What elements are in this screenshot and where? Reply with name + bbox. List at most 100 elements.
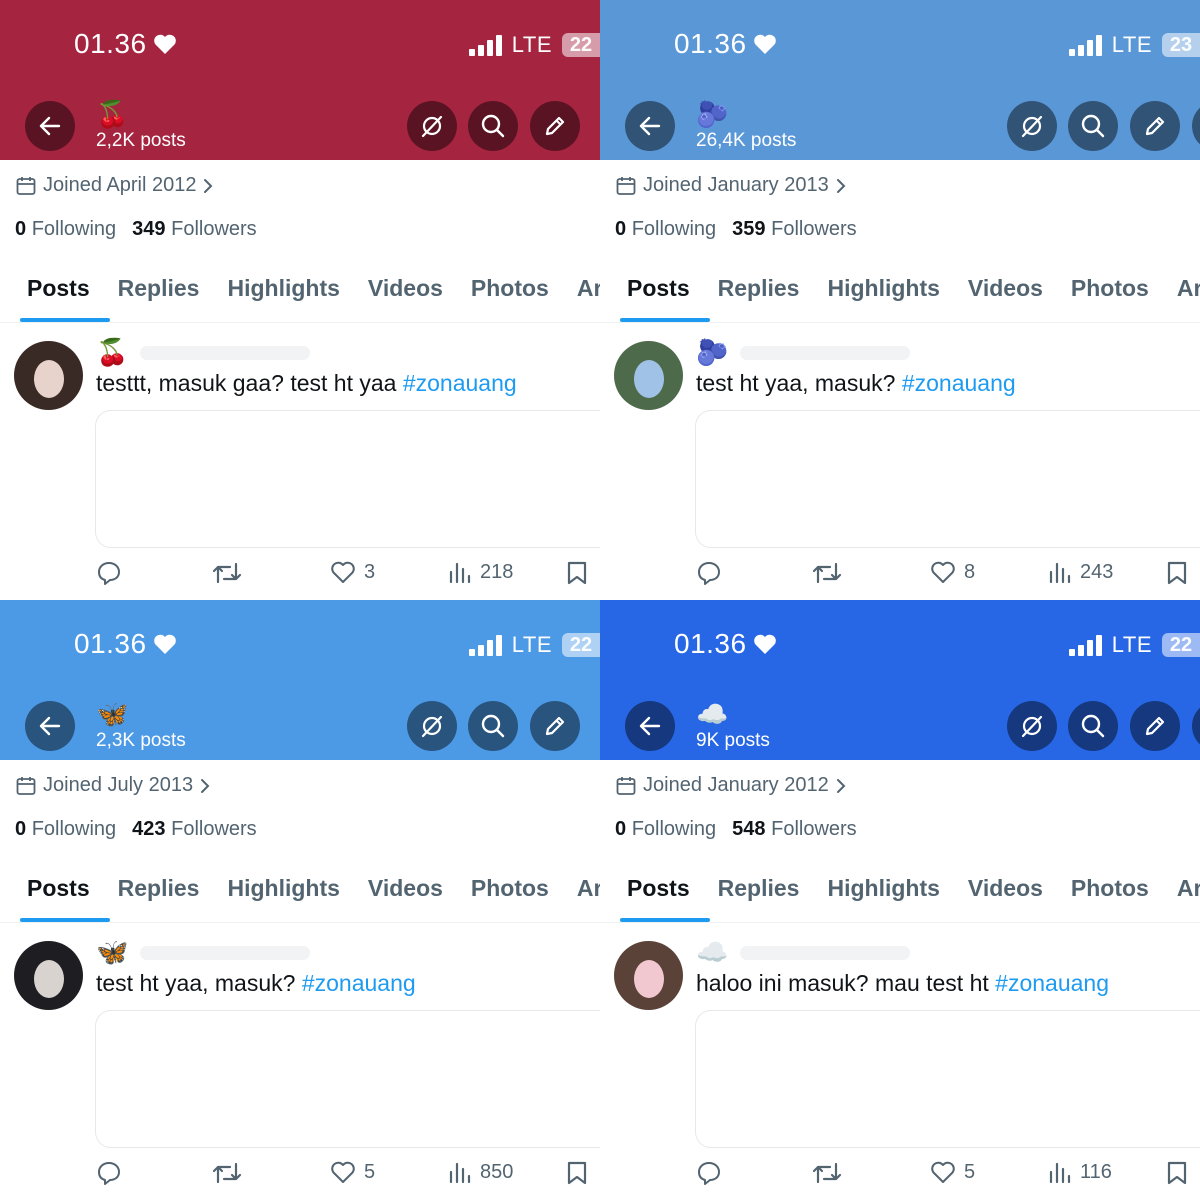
views-button[interactable]: 116 bbox=[1048, 1160, 1112, 1184]
hashtag-link[interactable]: #zonauang bbox=[902, 370, 1016, 396]
search-button[interactable] bbox=[468, 101, 518, 151]
tab-articles[interactable]: Ar bbox=[563, 262, 600, 322]
tab-articles[interactable]: Ar bbox=[563, 862, 600, 922]
followers-link[interactable]: 359 Followers bbox=[732, 218, 857, 241]
bookmark-button[interactable] bbox=[565, 560, 589, 586]
views-button[interactable]: 243 bbox=[1048, 560, 1113, 584]
avatar[interactable] bbox=[614, 341, 683, 410]
tab-posts[interactable]: Posts bbox=[0, 262, 110, 322]
tab-videos[interactable]: Videos bbox=[354, 862, 457, 922]
back-button[interactable] bbox=[25, 701, 75, 751]
compose-button[interactable] bbox=[1130, 701, 1180, 751]
tab-photos[interactable]: Photos bbox=[1057, 862, 1163, 922]
grok-button[interactable] bbox=[1007, 701, 1057, 751]
bookmark-button[interactable] bbox=[1165, 1160, 1189, 1186]
tab-articles[interactable]: Ar bbox=[1163, 862, 1200, 922]
reply-icon bbox=[698, 1162, 720, 1185]
tab-label: Photos bbox=[470, 875, 549, 901]
following-link[interactable]: 0 Following bbox=[615, 218, 716, 241]
back-button[interactable] bbox=[25, 101, 75, 151]
compose-button[interactable] bbox=[1130, 101, 1180, 151]
tab-photos[interactable]: Photos bbox=[457, 862, 563, 922]
post-body: testtt, masuk gaa? test ht yaa bbox=[96, 370, 403, 396]
profile-panel: 01.36 LTE 22 🍒 2,2K posts Joined April 2… bbox=[0, 0, 600, 600]
tab-highlights[interactable]: Highlights bbox=[213, 262, 353, 322]
repost-button[interactable] bbox=[212, 560, 242, 586]
followers-count: 548 bbox=[732, 818, 766, 840]
avatar[interactable] bbox=[614, 941, 683, 1010]
grok-button[interactable] bbox=[407, 101, 457, 151]
reply-button[interactable] bbox=[96, 1160, 122, 1186]
joined-date[interactable]: Joined July 2013 bbox=[15, 774, 211, 797]
tab-photos[interactable]: Photos bbox=[457, 262, 563, 322]
search-button[interactable] bbox=[1068, 101, 1118, 151]
avatar-image bbox=[614, 341, 683, 410]
tab-videos[interactable]: Videos bbox=[954, 262, 1057, 322]
search-button[interactable] bbox=[468, 701, 518, 751]
following-link[interactable]: 0 Following bbox=[15, 818, 116, 841]
hashtag-link[interactable]: #zonauang bbox=[403, 370, 517, 396]
tab-highlights[interactable]: Highlights bbox=[213, 862, 353, 922]
repost-icon bbox=[212, 562, 242, 584]
tab-replies[interactable]: Replies bbox=[704, 862, 814, 922]
following-link[interactable]: 0 Following bbox=[15, 218, 116, 241]
reply-icon bbox=[698, 562, 720, 585]
post-media-card[interactable] bbox=[95, 410, 600, 548]
tab-replies[interactable]: Replies bbox=[104, 262, 214, 322]
followers-link[interactable]: 548 Followers bbox=[732, 818, 857, 841]
more-button[interactable] bbox=[1192, 101, 1200, 151]
compose-button[interactable] bbox=[530, 101, 580, 151]
views-button[interactable]: 218 bbox=[448, 560, 513, 584]
search-icon bbox=[1081, 714, 1105, 738]
reply-button[interactable] bbox=[696, 560, 722, 586]
post-media-card[interactable] bbox=[95, 1010, 600, 1148]
tab-highlights[interactable]: Highlights bbox=[813, 862, 953, 922]
hashtag-link[interactable]: #zonauang bbox=[995, 970, 1109, 996]
compose-button[interactable] bbox=[530, 701, 580, 751]
avatar[interactable] bbox=[14, 341, 83, 410]
follow-stats: 0 Following 423 Followers bbox=[15, 818, 257, 841]
tab-videos[interactable]: Videos bbox=[354, 262, 457, 322]
like-button[interactable]: 8 bbox=[930, 560, 975, 584]
tab-videos[interactable]: Videos bbox=[954, 862, 1057, 922]
post-media-card[interactable] bbox=[695, 410, 1200, 548]
like-button[interactable]: 5 bbox=[930, 1160, 975, 1184]
grok-button[interactable] bbox=[1007, 101, 1057, 151]
repost-button[interactable] bbox=[812, 560, 842, 586]
views-button[interactable]: 850 bbox=[448, 1160, 513, 1184]
grok-icon bbox=[1021, 715, 1043, 738]
tab-replies[interactable]: Replies bbox=[704, 262, 814, 322]
like-button[interactable]: 5 bbox=[330, 1160, 375, 1184]
tab-posts[interactable]: Posts bbox=[600, 262, 710, 322]
repost-button[interactable] bbox=[212, 1160, 242, 1186]
joined-date[interactable]: Joined January 2012 bbox=[615, 774, 847, 797]
search-button[interactable] bbox=[1068, 701, 1118, 751]
repost-button[interactable] bbox=[812, 1160, 842, 1186]
following-link[interactable]: 0 Following bbox=[615, 818, 716, 841]
profile-header: 01.36 LTE 23 🫐 26,4K posts bbox=[600, 0, 1200, 160]
followers-link[interactable]: 349 Followers bbox=[132, 218, 257, 241]
back-button[interactable] bbox=[625, 701, 675, 751]
tab-posts[interactable]: Posts bbox=[600, 862, 710, 922]
back-button[interactable] bbox=[625, 101, 675, 151]
post-media-card[interactable] bbox=[695, 1010, 1200, 1148]
tab-photos[interactable]: Photos bbox=[1057, 262, 1163, 322]
heart-icon bbox=[153, 34, 176, 54]
bookmark-button[interactable] bbox=[565, 1160, 589, 1186]
hashtag-link[interactable]: #zonauang bbox=[302, 970, 416, 996]
tab-posts[interactable]: Posts bbox=[0, 862, 110, 922]
like-button[interactable]: 3 bbox=[330, 560, 375, 584]
more-button[interactable] bbox=[1192, 701, 1200, 751]
analytics-icon bbox=[1049, 1162, 1071, 1184]
bookmark-button[interactable] bbox=[1165, 560, 1189, 586]
avatar[interactable] bbox=[14, 941, 83, 1010]
reply-button[interactable] bbox=[96, 560, 122, 586]
followers-link[interactable]: 423 Followers bbox=[132, 818, 257, 841]
tab-articles[interactable]: Ar bbox=[1163, 262, 1200, 322]
joined-date[interactable]: Joined January 2013 bbox=[615, 174, 847, 197]
grok-button[interactable] bbox=[407, 701, 457, 751]
reply-button[interactable] bbox=[696, 1160, 722, 1186]
tab-replies[interactable]: Replies bbox=[104, 862, 214, 922]
tab-highlights[interactable]: Highlights bbox=[813, 262, 953, 322]
joined-date[interactable]: Joined April 2012 bbox=[15, 174, 214, 197]
